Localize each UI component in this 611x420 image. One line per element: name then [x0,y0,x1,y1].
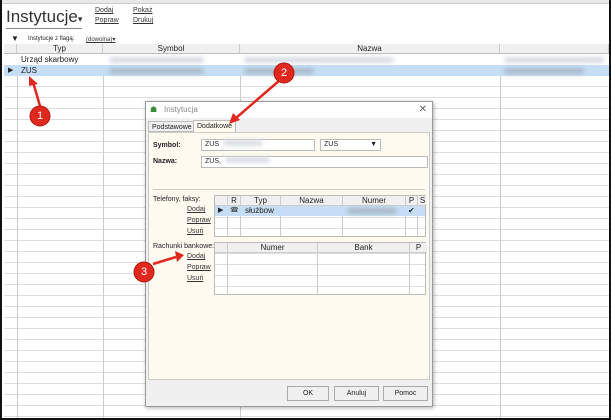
screenshot-frame [0,0,611,420]
